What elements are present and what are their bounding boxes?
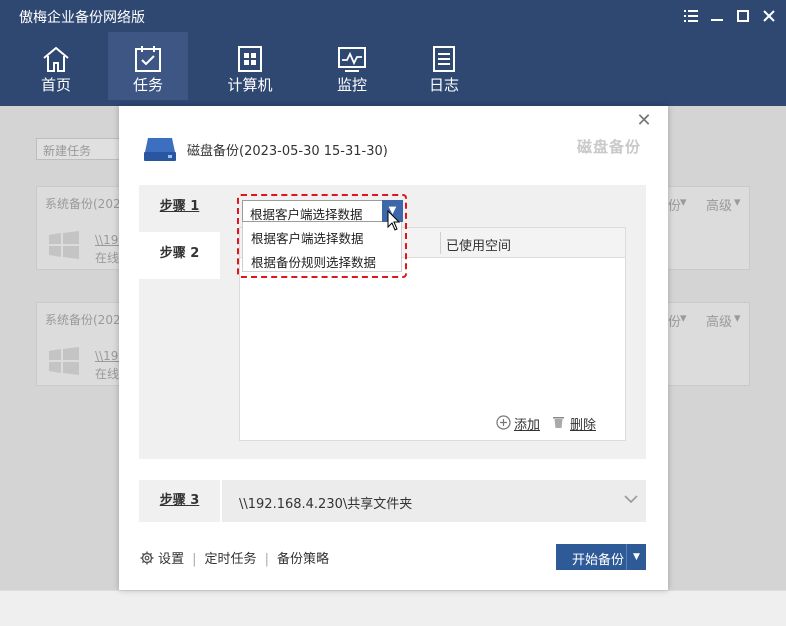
dialog-close-icon[interactable]: ✕: [635, 112, 653, 130]
nav-log[interactable]: 日志: [404, 32, 484, 100]
start-backup-button[interactable]: 开始备份 ▼: [556, 544, 646, 570]
monitor-icon: [338, 47, 366, 72]
bg-menu-advanced: 高级: [706, 315, 733, 330]
nav-log-label: 日志: [428, 76, 459, 94]
start-backup-label: 开始备份: [572, 553, 625, 568]
bg-card-title: 系统备份(202: [45, 197, 121, 211]
gear-icon[interactable]: [140, 551, 154, 565]
nav-home-label: 首页: [40, 76, 71, 94]
destination-path: \\192.168.4.230\共享文件夹: [239, 497, 413, 512]
bg-caret: ▾: [734, 195, 741, 210]
bg-menu-advanced: 高级: [706, 199, 733, 214]
step-3-row: 步骤 3 \\192.168.4.230\共享文件夹: [139, 480, 646, 522]
bottom-links: 设置 | 定时任务 | 备份策略: [140, 548, 329, 567]
nav-monitor-label: 监控: [336, 76, 367, 94]
nav-computer[interactable]: 计算机: [210, 32, 290, 100]
dialog-watermark: 磁盘备份: [577, 138, 642, 156]
nav-task-label: 任务: [132, 76, 163, 94]
chevron-down-icon[interactable]: [624, 492, 638, 508]
minimize-icon[interactable]: [708, 7, 726, 25]
trash-icon[interactable]: [552, 415, 565, 429]
app-title: 傲梅企业备份网络版: [19, 10, 145, 26]
close-icon[interactable]: [760, 7, 778, 25]
windows-icon: [49, 231, 79, 259]
log-icon: [433, 46, 455, 72]
highlight-frame: [237, 194, 407, 278]
maximize-icon[interactable]: [734, 7, 752, 25]
delete-button[interactable]: 删除: [570, 414, 596, 433]
task-icon: [135, 46, 161, 72]
bg-card-right: 份 ▾ 高级 ▾: [668, 302, 750, 386]
column-used-space: 已使用空间: [446, 239, 512, 254]
step-2-tab[interactable]: 步骤 2: [139, 232, 220, 279]
settings-link[interactable]: 设置: [158, 552, 184, 567]
add-button[interactable]: 添加: [514, 414, 540, 433]
destination-field[interactable]: \\192.168.4.230\共享文件夹: [222, 480, 646, 522]
bg-caret: ▾: [734, 311, 741, 326]
nav-task[interactable]: 任务: [108, 32, 188, 100]
bg-task-card: 系统备份(202 \\192 在线: [36, 302, 126, 386]
computer-icon: [238, 46, 262, 72]
menu-icon[interactable]: [682, 7, 700, 25]
home-icon: [43, 46, 69, 72]
bg-caret: ▾: [680, 311, 687, 326]
step-3-tab[interactable]: 步骤 3: [139, 480, 220, 522]
bg-card-status: 在线: [95, 251, 120, 265]
disk-icon: [144, 138, 176, 161]
bg-card-status: 在线: [95, 367, 120, 381]
windows-icon: [49, 347, 79, 375]
dialog-title: 磁盘备份(2023-05-30 15-31-30): [187, 144, 388, 159]
bg-task-card: 系统备份(202 \\192 在线: [36, 186, 126, 270]
nav-home[interactable]: 首页: [16, 32, 96, 100]
title-bar: 傲梅企业备份网络版 首页 任务 计算机 监控 日志: [0, 0, 786, 106]
bg-card-title: 系统备份(202: [45, 313, 121, 327]
schedule-link[interactable]: 定时任务: [205, 552, 257, 567]
status-bar: [0, 590, 786, 626]
nav-monitor[interactable]: 监控: [312, 32, 392, 100]
bg-card-right: 份 ▾ 高级 ▾: [668, 186, 750, 270]
bg-caret: ▾: [680, 195, 687, 210]
add-icon[interactable]: [496, 415, 511, 430]
disk-backup-dialog: ✕ 磁盘备份 磁盘备份(2023-05-30 15-31-30) 步骤 1 步骤…: [119, 106, 668, 590]
nav-computer-label: 计算机: [227, 76, 273, 94]
mouse-cursor-icon: [387, 210, 401, 231]
step-1-tab[interactable]: 步骤 1: [139, 185, 220, 229]
strategy-link[interactable]: 备份策略: [277, 552, 329, 567]
caret-down-icon[interactable]: ▼: [626, 544, 646, 570]
